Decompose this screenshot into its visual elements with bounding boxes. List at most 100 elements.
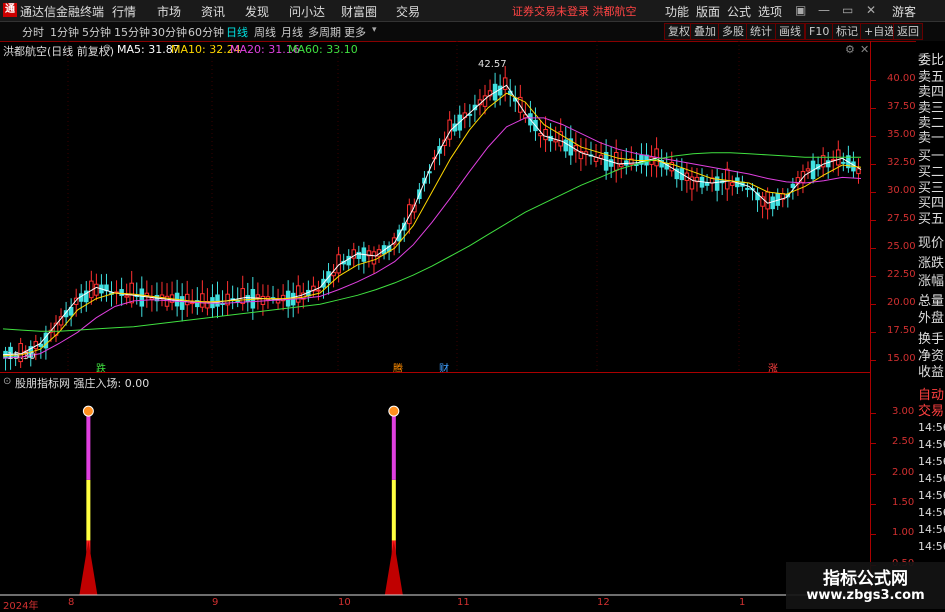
menu-formula[interactable]: 公式	[727, 3, 751, 20]
candle-body	[179, 296, 185, 310]
menu-options[interactable]: 选项	[758, 3, 782, 20]
menu-layout[interactable]: 版面	[696, 3, 720, 20]
trade-time-4: 14:56	[918, 489, 945, 502]
indicator-tick-4: 1.00	[892, 527, 915, 539]
close-icon[interactable]: ✕	[866, 3, 876, 17]
menu-news[interactable]: 资讯	[201, 3, 225, 20]
date-jan: 1	[739, 597, 746, 608]
quote-label-15[interactable]: 外盘	[918, 307, 944, 326]
period-monthly[interactable]: 月线	[281, 24, 303, 40]
minimize-icon[interactable]: —	[818, 3, 830, 17]
watermark-url: www.zbgs3.com	[806, 588, 925, 603]
candle-body	[765, 191, 770, 210]
quote-label-11[interactable]: 现价	[918, 232, 944, 251]
candle-body	[618, 163, 624, 168]
period-timeshare[interactable]: 分时	[22, 24, 44, 40]
tool-draw[interactable]: 画线	[775, 23, 805, 40]
candle-body	[38, 343, 44, 347]
period-15min[interactable]: 15分钟	[114, 24, 150, 40]
quote-label-10[interactable]: 买五	[918, 208, 944, 227]
signal-marker-icon-1	[388, 405, 400, 417]
indicator-tick-0: 3.00	[892, 406, 915, 418]
price-tick-6: 25.00	[887, 241, 916, 253]
quote-label-18[interactable]: 收益	[918, 361, 944, 380]
price-tick-2: 35.00	[887, 128, 916, 140]
quote-label-20[interactable]: 交易	[918, 400, 944, 419]
trade-time-6: 14:56	[918, 523, 945, 536]
period-weekly[interactable]: 周线	[254, 24, 276, 40]
period-daily[interactable]: 日线	[226, 24, 248, 40]
menu-market[interactable]: 市场	[157, 3, 181, 20]
candle-body	[790, 183, 796, 188]
menu-function[interactable]: 功能	[665, 3, 689, 20]
period-60min[interactable]: 60分钟	[188, 24, 224, 40]
ma-line-ma10	[2, 92, 862, 357]
signal-bar-0-seg-2	[86, 413, 91, 480]
period-more[interactable]: 更多	[344, 24, 366, 40]
skin-icon[interactable]: ▣	[795, 3, 806, 17]
tool-overlay[interactable]: 叠加	[690, 23, 720, 40]
price-tick-0: 40.00	[887, 72, 916, 84]
candle-body	[275, 299, 281, 304]
signal-bar-1-seg-2	[391, 413, 396, 480]
app-title: 通达信金融终端	[20, 5, 105, 19]
indicator-tick-3: 1.50	[892, 497, 915, 509]
quote-label-13[interactable]: 涨幅	[918, 270, 944, 289]
candle-body	[745, 187, 750, 190]
signal-bar-1-seg-1	[391, 479, 396, 541]
period-1min[interactable]: 1分钟	[50, 24, 79, 40]
candle-body	[124, 295, 129, 298]
price-tick-mark-10	[871, 360, 876, 362]
candle-body	[856, 168, 861, 175]
trade-time-0: 14:56	[918, 421, 945, 434]
candle-body	[149, 297, 155, 301]
guest-button[interactable]: 游客	[892, 3, 916, 20]
candle-body	[119, 289, 124, 296]
tool-back[interactable]: 返回	[893, 23, 923, 40]
price-tick-1: 37.50	[887, 100, 916, 112]
more-chevron-icon[interactable]: ▾	[372, 25, 377, 35]
indicator-tick-2: 2.00	[892, 466, 915, 478]
menu-wealth[interactable]: 财富圈	[341, 3, 377, 20]
price-tick-9: 17.50	[887, 325, 916, 337]
menu-trade[interactable]: 交易	[396, 3, 420, 20]
maximize-icon[interactable]: ▭	[842, 3, 853, 17]
candle-body	[240, 288, 246, 305]
price-tick-mark-9	[871, 332, 876, 334]
candle-body	[255, 294, 261, 298]
signal-marker-icon-0	[82, 405, 94, 417]
tool-f10[interactable]: F10	[805, 23, 834, 40]
app-logo-icon: 通	[3, 3, 17, 17]
trade-time-7: 14:56	[918, 540, 945, 553]
price-tick-mark-7	[871, 276, 876, 278]
period-30min[interactable]: 30分钟	[151, 24, 187, 40]
trade-time-3: 14:56	[918, 472, 945, 485]
quote-label-12[interactable]: 涨跌	[918, 252, 944, 271]
tool-mark[interactable]: 标记	[832, 23, 862, 40]
price-tick-3: 32.50	[887, 156, 916, 168]
menu-discover[interactable]: 发现	[245, 3, 269, 20]
tool-stats[interactable]: 统计	[746, 23, 776, 40]
ma-line-ma5	[2, 84, 862, 356]
date-sep: 9	[212, 597, 219, 608]
ma-line-ma20	[2, 117, 862, 359]
price-chart[interactable]	[0, 41, 870, 371]
tool-multistock[interactable]: 多股	[718, 23, 748, 40]
price-tick-mark-4	[871, 191, 876, 193]
period-5min[interactable]: 5分钟	[82, 24, 111, 40]
date-oct: 10	[338, 597, 351, 608]
period-multi[interactable]: 多周期	[308, 24, 341, 40]
candle-body	[563, 139, 569, 152]
watermark: 指标公式网 www.zbgs3.com	[786, 562, 945, 609]
candle-body	[189, 302, 195, 305]
watermark-title: 指标公式网	[823, 569, 908, 589]
indicator-chart[interactable]	[0, 373, 870, 597]
signal-spike-1	[384, 540, 403, 595]
candle-body	[608, 159, 614, 167]
indicator-tick-mark-2	[871, 473, 876, 475]
price-tick-mark-2	[871, 135, 876, 137]
menu-quotes[interactable]: 行情	[112, 3, 136, 20]
candle-body	[200, 293, 205, 308]
quote-label-5[interactable]: 卖一	[918, 127, 944, 146]
menu-ask[interactable]: 问小达	[289, 3, 325, 20]
